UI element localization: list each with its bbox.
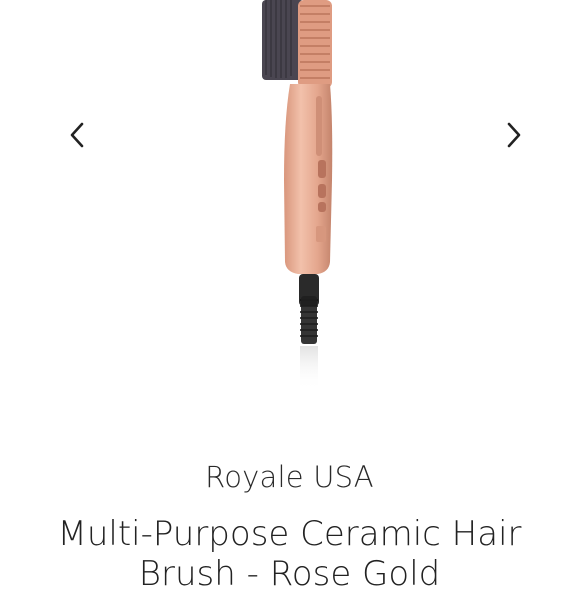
product-image-carousel xyxy=(0,0,579,440)
product-title: Multi-Purpose Ceramic Hair Brush - Rose … xyxy=(57,514,522,594)
carousel-prev-button[interactable] xyxy=(55,112,99,158)
product-brand-link[interactable]: Royale USA xyxy=(0,460,579,494)
chevron-right-icon xyxy=(507,122,521,148)
carousel-next-button[interactable] xyxy=(492,112,536,158)
product-image xyxy=(262,0,333,390)
chevron-left-icon xyxy=(70,122,84,148)
